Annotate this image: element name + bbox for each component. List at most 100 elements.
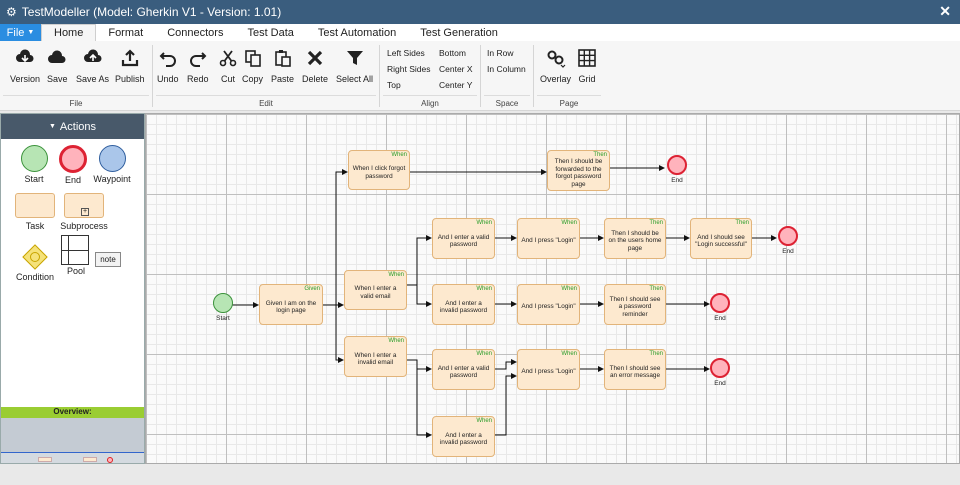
tab-connectors[interactable]: Connectors xyxy=(155,24,235,41)
actions-title: Actions xyxy=(59,120,96,133)
grid-icon xyxy=(578,49,596,67)
overlay-icon xyxy=(547,50,565,68)
pool-shape-icon xyxy=(61,235,89,265)
palette-task[interactable]: Task xyxy=(14,193,56,231)
palette-waypoint[interactable]: Waypoint xyxy=(90,145,134,184)
connector xyxy=(407,359,432,372)
redo-icon xyxy=(189,52,207,67)
align-center-y[interactable]: Center Y xyxy=(439,80,472,90)
file-menu-button[interactable]: File ▼ xyxy=(0,24,41,41)
palette-end-label: End xyxy=(64,175,81,185)
end-event[interactable] xyxy=(710,358,730,378)
connector xyxy=(407,284,432,307)
save-as-button[interactable]: Save As xyxy=(76,48,109,84)
align-left-sides[interactable]: Left Sides xyxy=(387,48,425,58)
paste-button[interactable]: Paste xyxy=(271,48,294,84)
connector xyxy=(407,235,432,286)
task-text: Given I am on the login page xyxy=(265,299,317,315)
task-node[interactable]: When And I press "Login" xyxy=(517,218,580,259)
subprocess-shape-icon: + xyxy=(64,193,104,218)
close-icon[interactable]: ✕ xyxy=(939,3,951,20)
publish-button[interactable]: Publish xyxy=(115,48,145,84)
end-event-icon xyxy=(59,145,87,173)
minimap-viewport[interactable] xyxy=(1,452,144,463)
redo-button[interactable]: Redo xyxy=(187,48,209,84)
space-in-column[interactable]: In Column xyxy=(487,64,526,74)
task-node[interactable]: When And I press "Login" xyxy=(517,284,580,325)
publish-icon xyxy=(121,49,138,67)
window-title: TestModeller (Model: Gherkin V1 - Versio… xyxy=(21,5,282,19)
task-node[interactable]: When When I click forgot password xyxy=(348,150,410,190)
delete-icon xyxy=(307,50,323,66)
end-event[interactable] xyxy=(710,293,730,313)
task-node[interactable]: Then Then I should see an error message xyxy=(604,349,666,390)
minimap-node xyxy=(38,457,52,462)
tab-test-data[interactable]: Test Data xyxy=(235,24,305,41)
paste-label: Paste xyxy=(271,74,295,84)
minimap-node xyxy=(107,457,113,463)
task-node[interactable]: When And I enter a valid password xyxy=(432,349,495,390)
task-keyword: When xyxy=(388,272,404,278)
task-node[interactable]: When And I enter a invalid password xyxy=(432,416,495,457)
palette-pool-label: Pool xyxy=(66,266,85,276)
tab-test-generation[interactable]: Test Generation xyxy=(408,24,510,41)
tab-format[interactable]: Format xyxy=(96,24,155,41)
save-as-label: Save As xyxy=(76,74,110,84)
select-all-button[interactable]: Select All xyxy=(336,48,373,84)
align-bottom[interactable]: Bottom xyxy=(439,48,466,58)
start-event[interactable] xyxy=(213,293,233,313)
version-label: Version xyxy=(10,74,41,84)
task-node[interactable]: Then And I should see "Login successful" xyxy=(690,218,752,259)
note-shape-icon: note xyxy=(95,252,121,267)
actions-header[interactable]: ▼ Actions xyxy=(1,114,144,139)
tab-home[interactable]: Home xyxy=(41,24,97,41)
diagram-canvas[interactable]: Start End End End End Given Given I am o… xyxy=(145,113,960,464)
task-node[interactable]: Then Then I should see a password remind… xyxy=(604,284,666,325)
task-keyword: When xyxy=(391,152,407,158)
status-bar xyxy=(0,464,960,485)
task-node[interactable]: When When I enter a invalid email xyxy=(344,336,407,377)
cut-button[interactable]: Cut xyxy=(218,48,238,84)
end-event[interactable] xyxy=(778,226,798,246)
tab-test-automation[interactable]: Test Automation xyxy=(306,24,408,41)
undo-button[interactable]: Undo xyxy=(157,48,179,84)
palette-note[interactable]: note xyxy=(95,252,121,267)
task-text: When I enter a valid email xyxy=(354,285,397,300)
palette-pool[interactable]: Pool xyxy=(61,235,91,276)
shape-palette: Start End Waypoint Task + Subprocess Con… xyxy=(1,139,144,407)
task-node[interactable]: Given Given I am on the login page xyxy=(259,284,323,325)
task-node[interactable]: When And I enter a invalid password xyxy=(432,284,495,325)
task-text: And I enter a invalid password xyxy=(439,431,488,447)
align-center-x[interactable]: Center X xyxy=(439,64,473,74)
connector xyxy=(495,359,517,370)
task-node[interactable]: Then Then I should be on the users home … xyxy=(604,218,666,259)
palette-condition[interactable]: Condition xyxy=(12,243,58,282)
palette-subprocess[interactable]: + Subprocess xyxy=(59,193,109,231)
align-right-sides[interactable]: Right Sides xyxy=(387,64,430,74)
task-text: Then I should see an error message xyxy=(609,364,661,380)
waypoint-icon xyxy=(98,145,126,172)
ribbon-group-edit: Undo Redo Cut Copy Paste Delete Select A… xyxy=(153,41,379,111)
task-node[interactable]: When When I enter a valid email xyxy=(344,270,407,310)
plus-icon: + xyxy=(81,208,89,216)
palette-start[interactable]: Start xyxy=(14,145,54,184)
version-button[interactable]: Version xyxy=(10,48,40,84)
task-keyword: When xyxy=(476,220,492,226)
task-node[interactable]: Then Then I should be forwarded to the f… xyxy=(547,150,610,191)
task-keyword: When xyxy=(561,220,577,226)
save-button[interactable]: Save xyxy=(47,48,68,84)
grid-button[interactable]: Grid xyxy=(577,48,597,84)
copy-button[interactable]: Copy xyxy=(242,48,263,84)
overview-minimap[interactable] xyxy=(1,418,144,463)
task-text: And I enter a invalid password xyxy=(439,299,488,315)
space-in-row[interactable]: In Row xyxy=(487,48,513,58)
end-event[interactable] xyxy=(667,155,687,175)
task-node[interactable]: When And I press "Login" xyxy=(517,349,580,390)
overlay-button[interactable]: Overlay xyxy=(540,48,571,84)
file-menu-label: File xyxy=(6,26,25,39)
align-top[interactable]: Top xyxy=(387,80,401,90)
task-keyword: When xyxy=(561,351,577,357)
delete-button[interactable]: Delete xyxy=(302,48,328,84)
palette-end[interactable]: End xyxy=(53,145,93,185)
task-node[interactable]: When And I enter a valid password xyxy=(432,218,495,259)
